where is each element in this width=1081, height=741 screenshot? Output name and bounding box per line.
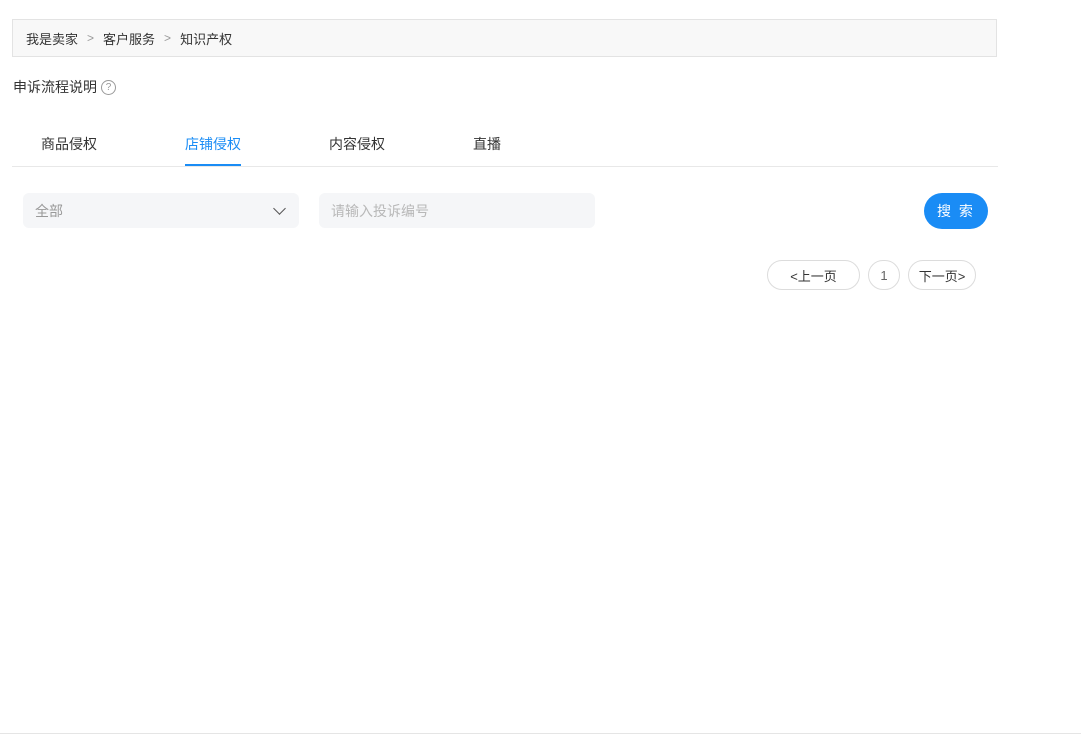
- appeal-process-link[interactable]: 申诉流程说明 ?: [13, 77, 116, 97]
- next-page-button[interactable]: 下一页>: [908, 260, 976, 290]
- prev-page-button[interactable]: <上一页: [767, 260, 860, 290]
- search-button[interactable]: 搜 索: [924, 193, 988, 229]
- breadcrumb-separator: >: [164, 31, 172, 45]
- breadcrumb-item-customer-service[interactable]: 客户服务: [103, 29, 155, 48]
- bottom-divider: [0, 733, 1081, 734]
- complaint-type-select[interactable]: 全部: [23, 193, 299, 228]
- question-circle-icon[interactable]: ?: [101, 79, 116, 95]
- breadcrumb-item-seller[interactable]: 我是卖家: [26, 29, 78, 48]
- appeal-process-label: 申诉流程说明: [13, 79, 97, 95]
- breadcrumb-separator: >: [87, 31, 95, 45]
- tab-live-stream[interactable]: 直播: [473, 127, 501, 166]
- complaint-type-selected: 全部: [35, 202, 63, 219]
- complaint-id-input[interactable]: [319, 193, 595, 228]
- tab-product-infringement[interactable]: 商品侵权: [41, 127, 97, 166]
- breadcrumb-item-ip: 知识产权: [180, 31, 233, 47]
- tab-store-infringement[interactable]: 店铺侵权: [185, 127, 241, 166]
- tab-bar: 商品侵权 店铺侵权 内容侵权 直播: [12, 127, 998, 167]
- breadcrumb: 我是卖家 > 客户服务 > 知识产权: [12, 19, 997, 57]
- page: 我是卖家 > 客户服务 > 知识产权 申诉流程说明 ? 商品侵权 店铺侵权 内容…: [0, 0, 1081, 741]
- chevron-down-icon: [273, 201, 286, 215]
- page-number-1[interactable]: 1: [868, 260, 900, 290]
- tab-content-infringement[interactable]: 内容侵权: [329, 127, 385, 166]
